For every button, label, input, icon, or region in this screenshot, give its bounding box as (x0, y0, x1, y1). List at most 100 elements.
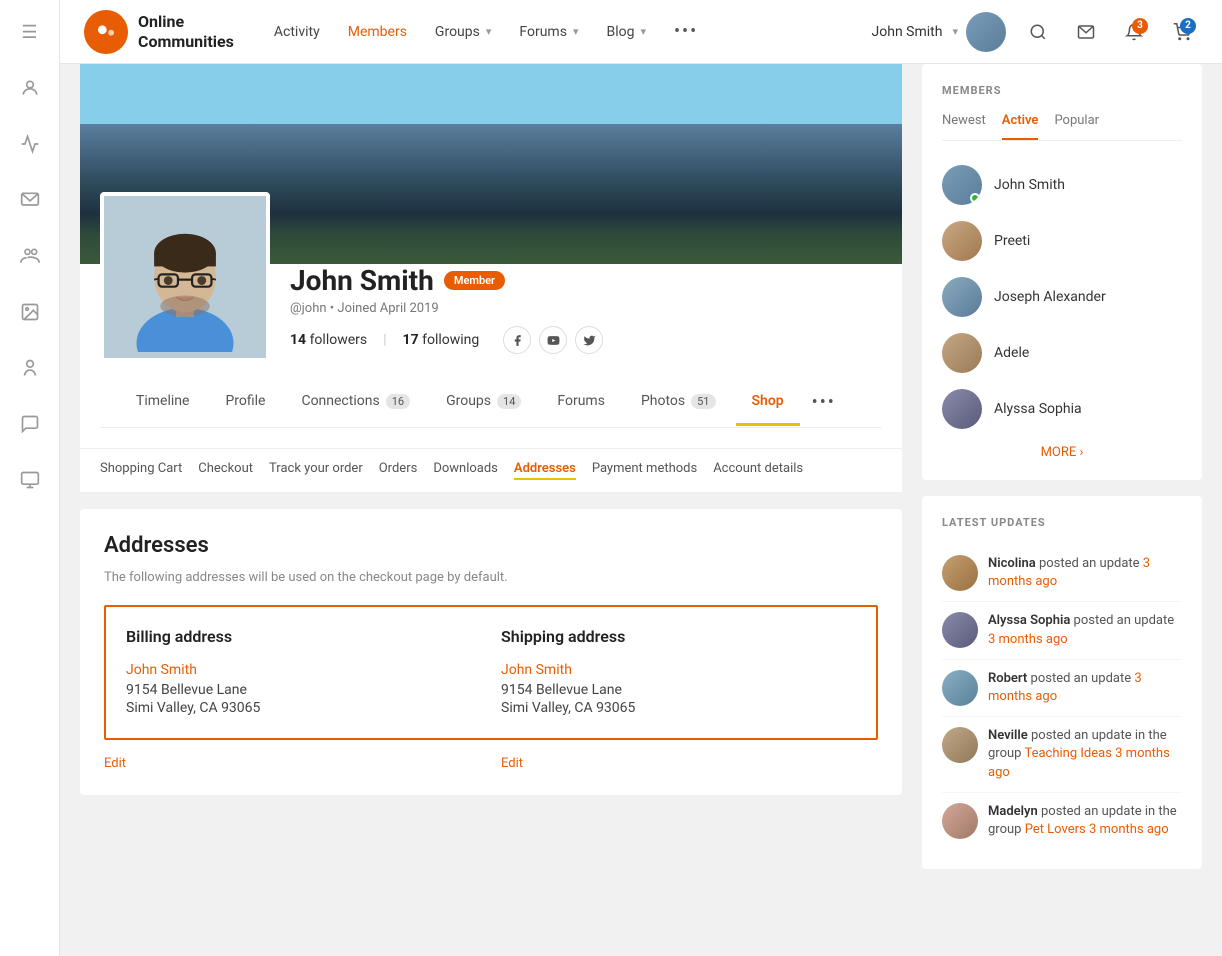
billing-edit-link[interactable]: Edit (104, 756, 481, 771)
tab-connections[interactable]: Connections 16 (285, 379, 426, 426)
following-stat: 17 following (403, 332, 480, 348)
billing-heading: Billing address (126, 627, 481, 646)
more-tabs-button[interactable]: ••• (804, 378, 844, 427)
profile-avatar (104, 196, 266, 358)
subtab-orders[interactable]: Orders (379, 461, 418, 480)
notifications-badge: 3 (1132, 18, 1148, 34)
more-nav-button[interactable]: ••• (674, 21, 698, 42)
nav-forums[interactable]: Forums ▾ (519, 24, 578, 40)
tab-timeline[interactable]: Timeline (120, 379, 205, 426)
nav-activity[interactable]: Activity (274, 24, 320, 40)
tab-forums[interactable]: Forums (541, 379, 621, 426)
profile-info: John Smith Member @john • Joined April 2… (290, 264, 882, 362)
updates-list: Nicolina posted an update 3 months ago A… (942, 545, 1182, 849)
billing-name: John Smith (126, 662, 481, 678)
profile-tabs: Timeline Profile Connections 16 Groups 1… (100, 378, 882, 428)
user-avatar (966, 12, 1006, 52)
subtab-payment-methods[interactable]: Payment methods (592, 461, 697, 480)
group-link[interactable]: Pet Lovers (1025, 822, 1086, 837)
person-icon[interactable] (14, 72, 46, 104)
users-icon[interactable] (14, 352, 46, 384)
update-avatar (942, 555, 978, 591)
nav-groups[interactable]: Groups ▾ (435, 24, 491, 40)
update-avatar (942, 612, 978, 648)
billing-street: 9154 Bellevue Lane (126, 682, 481, 698)
image-icon[interactable] (14, 296, 46, 328)
update-item: Alyssa Sophia posted an update 3 months … (942, 602, 1182, 659)
chat-icon[interactable] (14, 408, 46, 440)
tab-photos[interactable]: Photos 51 (625, 379, 732, 426)
profile-meta: @john • Joined April 2019 (290, 301, 882, 316)
profile-card: John Smith Member @john • Joined April 2… (80, 264, 902, 449)
group-link[interactable]: Teaching Ideas (1024, 746, 1111, 761)
members-more-link[interactable]: MORE › (942, 445, 1182, 460)
menu-icon[interactable]: ☰ (14, 16, 46, 48)
members-widget: MEMBERS Newest Active Popular John Smith (922, 64, 1202, 480)
top-navbar: OnlineCommunities Activity Members Group… (60, 0, 1222, 64)
update-item: Neville posted an update in the group Te… (942, 717, 1182, 793)
twitter-icon[interactable] (575, 326, 603, 354)
nav-members[interactable]: Members (348, 24, 407, 40)
member-item: Preeti (942, 213, 1182, 269)
shop-sub-tabs: Shopping Cart Checkout Track your order … (80, 449, 902, 493)
member-name[interactable]: John Smith (994, 177, 1065, 193)
online-indicator (970, 193, 980, 203)
logo[interactable]: OnlineCommunities (84, 10, 234, 54)
member-name[interactable]: Alyssa Sophia (994, 401, 1082, 417)
member-name[interactable]: Preeti (994, 233, 1030, 249)
addresses-description: The following addresses will be used on … (104, 570, 878, 585)
tab-groups[interactable]: Groups 14 (430, 379, 537, 426)
cart-icon[interactable]: 2 (1166, 16, 1198, 48)
inbox-icon[interactable] (1070, 16, 1102, 48)
monitor-icon[interactable] (14, 464, 46, 496)
nav-blog[interactable]: Blog ▾ (606, 24, 646, 40)
update-avatar (942, 670, 978, 706)
members-tab-active[interactable]: Active (1002, 113, 1039, 140)
members-list: John Smith Preeti Joseph Alexander (942, 157, 1182, 437)
subtab-account-details[interactable]: Account details (713, 461, 803, 480)
search-icon[interactable] (1022, 16, 1054, 48)
latest-updates-widget: LATEST UPDATES Nicolina posted an update… (922, 496, 1202, 869)
member-badge: Member (444, 271, 505, 290)
members-tab-popular[interactable]: Popular (1054, 113, 1099, 140)
update-item: Robert posted an update 3 months ago (942, 660, 1182, 717)
shipping-address: Shipping address John Smith 9154 Bellevu… (501, 627, 856, 718)
notifications-icon[interactable]: 3 (1118, 16, 1150, 48)
profile-top: John Smith Member @john • Joined April 2… (100, 264, 882, 362)
member-avatar (942, 165, 982, 205)
profile-section: John Smith Member @john • Joined April 2… (80, 64, 902, 811)
user-menu[interactable]: John Smith ▾ (872, 12, 1006, 52)
profile-name: John Smith (290, 264, 434, 297)
logo-icon (84, 10, 128, 54)
members-tab-newest[interactable]: Newest (942, 113, 986, 140)
update-avatar (942, 727, 978, 763)
subtab-shopping-cart[interactable]: Shopping Cart (100, 461, 182, 480)
facebook-icon[interactable] (503, 326, 531, 354)
addresses-title: Addresses (104, 533, 878, 558)
right-sidebar: MEMBERS Newest Active Popular John Smith (922, 64, 1202, 885)
update-text: Madelyn posted an update in the group Pe… (988, 803, 1182, 839)
group-icon[interactable] (14, 240, 46, 272)
nav-right-section: John Smith ▾ 3 2 (872, 12, 1198, 52)
update-text: Nicolina posted an update 3 months ago (988, 555, 1182, 591)
youtube-icon[interactable] (539, 326, 567, 354)
update-item: Madelyn posted an update in the group Pe… (942, 793, 1182, 849)
address-grid: Billing address John Smith 9154 Bellevue… (104, 605, 878, 740)
billing-address: Billing address John Smith 9154 Bellevue… (126, 627, 481, 718)
update-text: Robert posted an update 3 months ago (988, 670, 1182, 706)
members-widget-title: MEMBERS (942, 84, 1182, 97)
member-name[interactable]: Joseph Alexander (994, 289, 1106, 305)
member-item: Alyssa Sophia (942, 381, 1182, 437)
shipping-street: 9154 Bellevue Lane (501, 682, 856, 698)
tab-profile[interactable]: Profile (209, 379, 281, 426)
shipping-edit-link[interactable]: Edit (501, 756, 878, 771)
subtab-track-order[interactable]: Track your order (269, 461, 363, 480)
members-filter-tabs: Newest Active Popular (942, 113, 1182, 141)
member-name[interactable]: Adele (994, 345, 1029, 361)
subtab-checkout[interactable]: Checkout (198, 461, 253, 480)
subtab-downloads[interactable]: Downloads (433, 461, 498, 480)
tab-shop[interactable]: Shop (736, 379, 800, 426)
message-icon[interactable] (14, 184, 46, 216)
activity-icon[interactable] (14, 128, 46, 160)
subtab-addresses[interactable]: Addresses (514, 461, 576, 480)
